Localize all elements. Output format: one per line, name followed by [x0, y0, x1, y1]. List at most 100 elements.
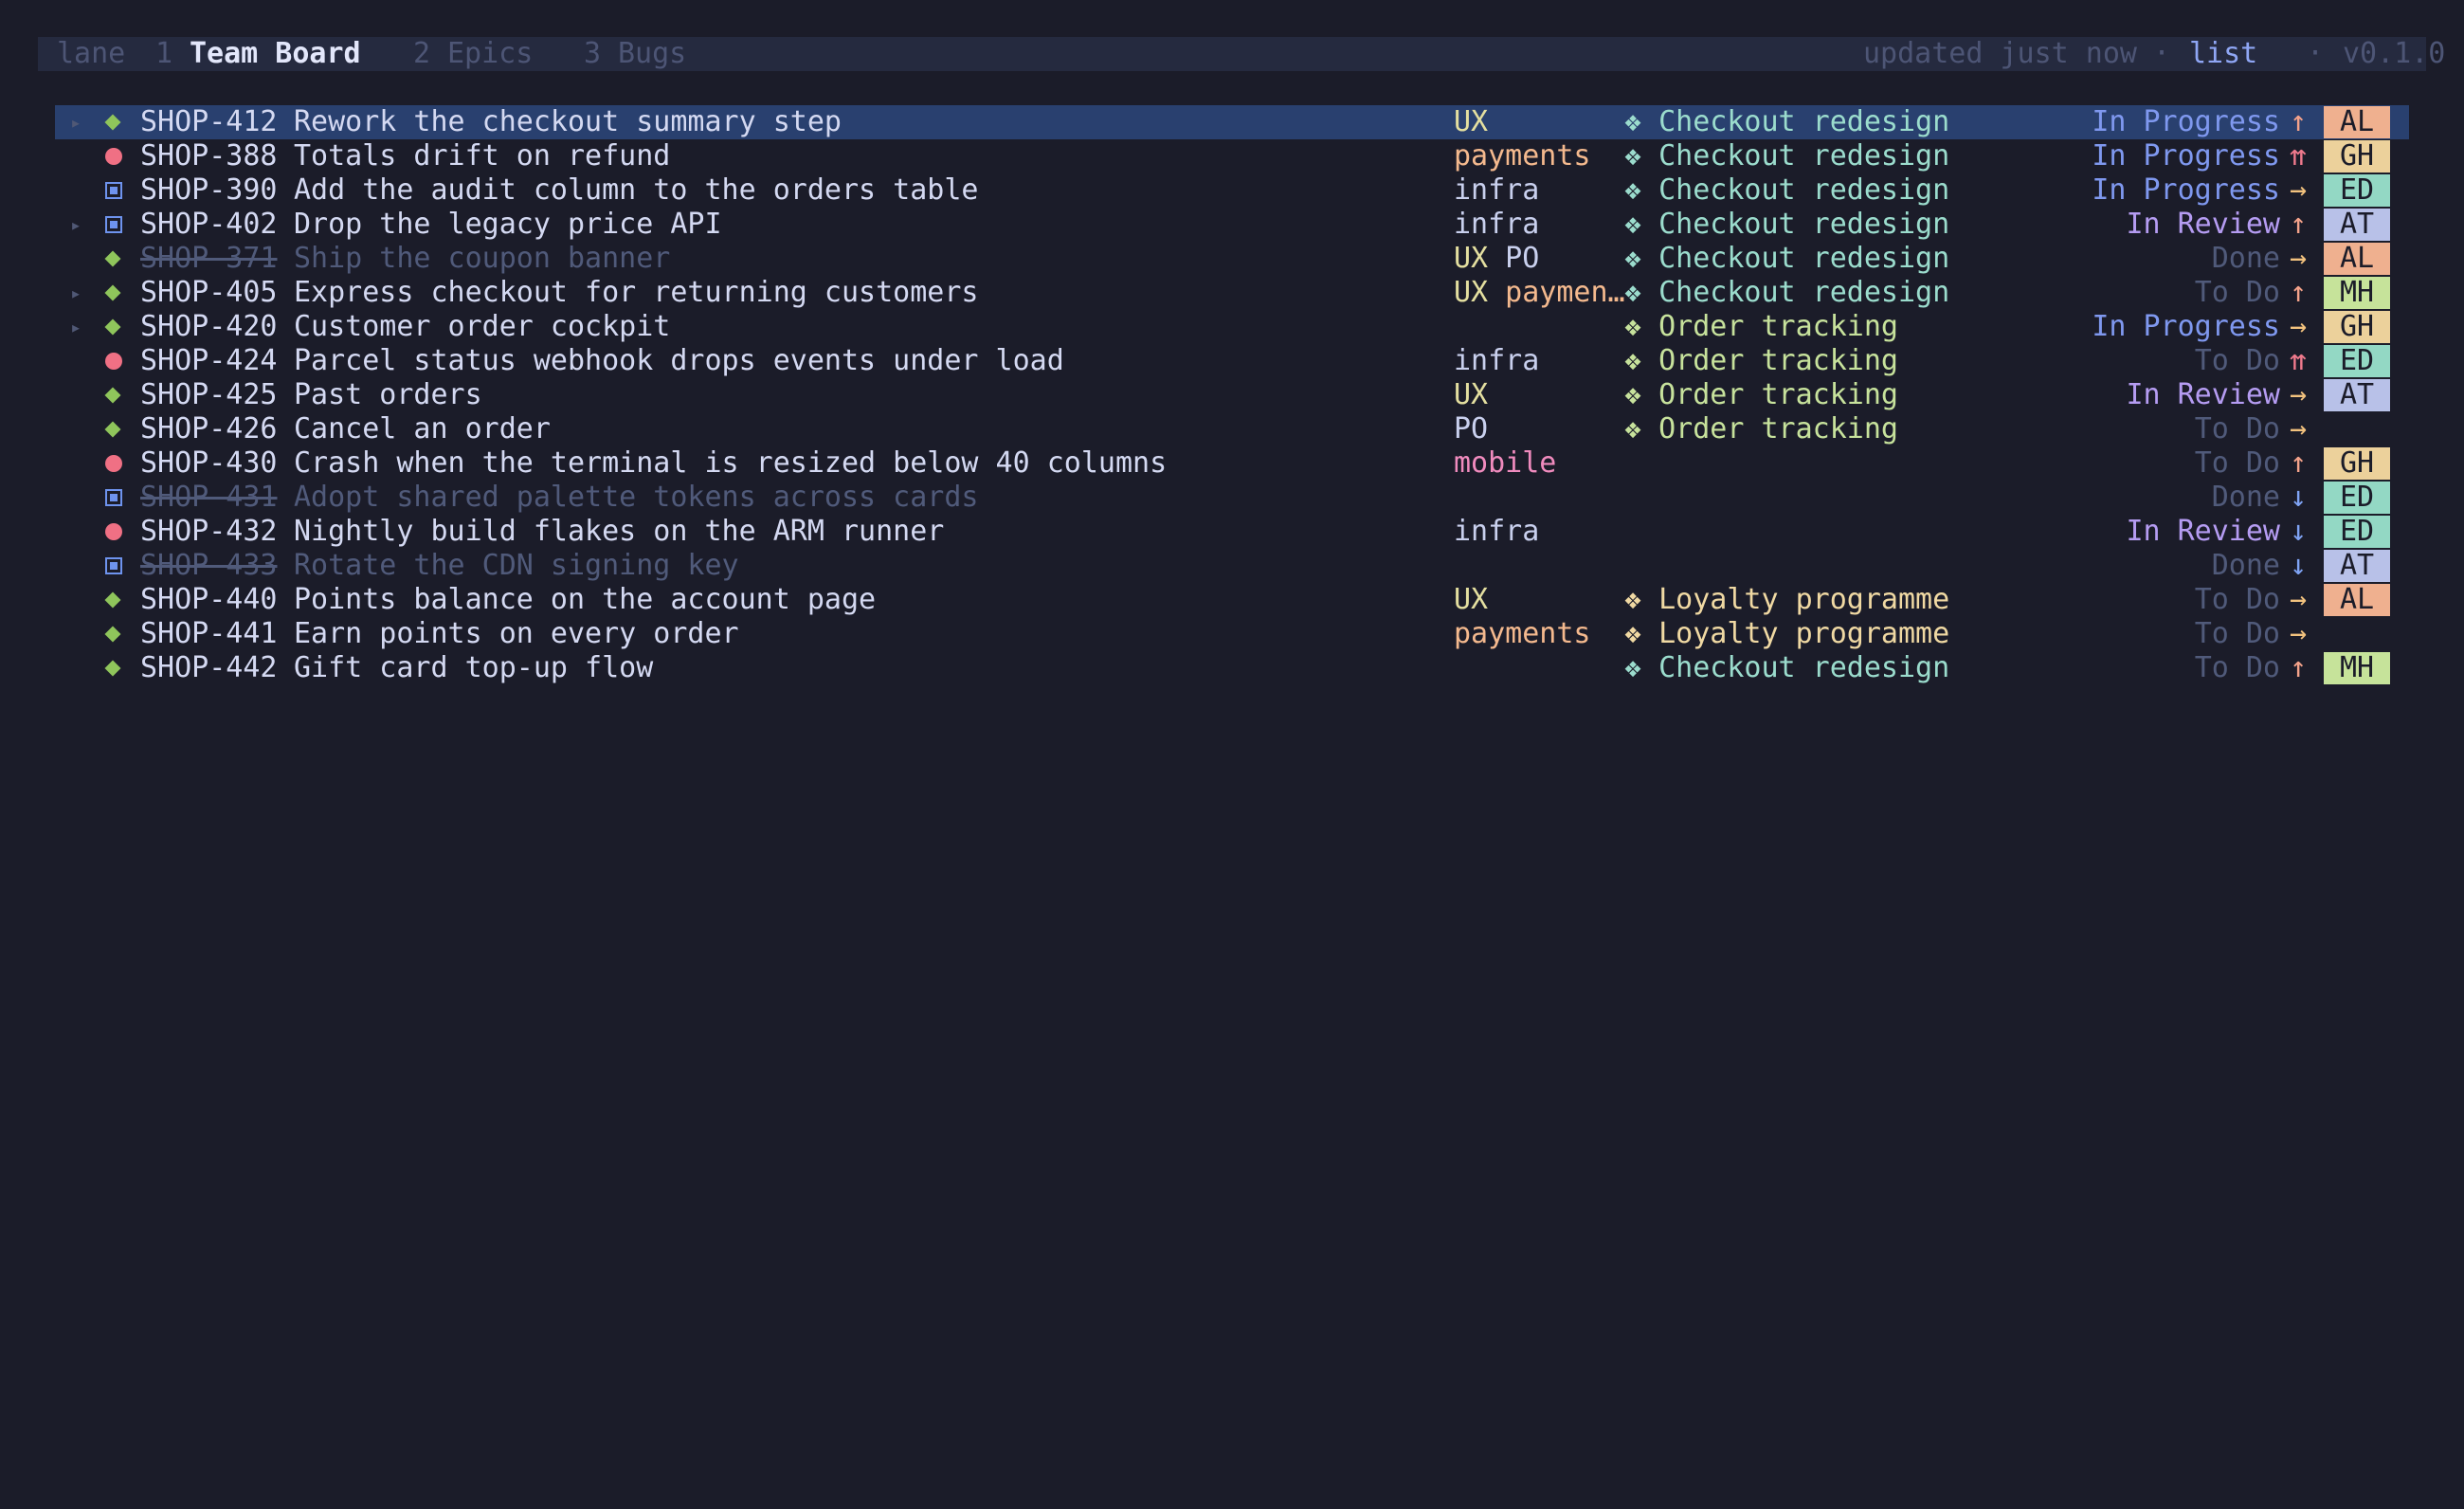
issue-title[interactable]: Drop the legacy price API: [294, 208, 722, 242]
issue-key[interactable]: SHOP-432: [140, 515, 278, 549]
issue-key[interactable]: SHOP-424: [140, 344, 278, 378]
issue-key[interactable]: SHOP-405: [140, 276, 278, 310]
epic-link[interactable]: ❖ Order tracking: [1624, 378, 1898, 412]
issue-key[interactable]: SHOP-412: [140, 105, 278, 139]
assignee-avatar[interactable]: AL: [2324, 243, 2390, 275]
issue-title[interactable]: Parcel status webhook drops events under…: [294, 344, 1064, 378]
status-label[interactable]: In Review: [2126, 378, 2280, 412]
status-label[interactable]: To Do: [2195, 617, 2280, 651]
issue-row[interactable]: SHOP-431 Adopt shared palette tokens acro…: [55, 481, 2409, 515]
epic-link[interactable]: ❖ Checkout redesign: [1624, 276, 1949, 310]
issue-title[interactable]: Add the audit column to the orders table: [294, 173, 978, 208]
issue-row[interactable]: SHOP-440 Points balance on the account pa…: [55, 583, 2409, 617]
issue-row[interactable]: SHOP-430 Crash when the terminal is resiz…: [55, 446, 2409, 481]
issue-row[interactable]: SHOP-432 Nightly build flakes on the ARM …: [55, 515, 2409, 549]
epic-link[interactable]: ❖ Order tracking: [1624, 310, 1898, 344]
status-label[interactable]: To Do: [2195, 583, 2280, 617]
assignee-avatar[interactable]: GH: [2324, 140, 2390, 173]
issue-key[interactable]: SHOP-390: [140, 173, 278, 208]
issue-title[interactable]: Points balance on the account page: [294, 583, 876, 617]
expand-toggle-icon[interactable]: ▸: [70, 105, 82, 139]
epic-link[interactable]: ❖ Checkout redesign: [1624, 139, 1949, 173]
issue-row[interactable]: SHOP-441 Earn points on every order paymen…: [55, 617, 2409, 651]
assignee-avatar[interactable]: MH: [2324, 652, 2390, 684]
status-label[interactable]: Done: [2212, 242, 2280, 276]
status-label[interactable]: To Do: [2195, 446, 2280, 481]
expand-toggle-icon[interactable]: ▸: [70, 208, 82, 242]
issue-title[interactable]: Rework the checkout summary step: [294, 105, 842, 139]
issue-key[interactable]: SHOP-441: [140, 617, 278, 651]
assignee-avatar[interactable]: MH: [2324, 277, 2390, 309]
assignee-avatar[interactable]: AT: [2324, 550, 2390, 582]
issue-row[interactable]: ▸ SHOP-405 Express checkout for returning …: [55, 276, 2409, 310]
status-label[interactable]: In Review: [2126, 208, 2280, 242]
assignee-avatar[interactable]: AT: [2324, 379, 2390, 411]
issue-title[interactable]: Adopt shared palette tokens across cards: [294, 481, 978, 515]
status-label[interactable]: To Do: [2195, 651, 2280, 685]
status-label[interactable]: To Do: [2195, 276, 2280, 310]
status-label[interactable]: In Progress: [2092, 173, 2280, 208]
issue-title[interactable]: Nightly build flakes on the ARM runner: [294, 515, 944, 549]
assignee-avatar[interactable]: AT: [2324, 209, 2390, 241]
assignee-avatar[interactable]: ED: [2324, 516, 2390, 548]
issue-key[interactable]: SHOP-371: [140, 242, 278, 276]
status-label[interactable]: In Progress: [2092, 310, 2280, 344]
issue-key[interactable]: SHOP-430: [140, 446, 278, 481]
issue-title[interactable]: Crash when the terminal is resized below…: [294, 446, 1167, 481]
issue-row[interactable]: SHOP-424 Parcel status webhook drops even…: [55, 344, 2409, 378]
status-label[interactable]: To Do: [2195, 412, 2280, 446]
epic-link[interactable]: ❖ Checkout redesign: [1624, 173, 1949, 208]
issue-key[interactable]: SHOP-442: [140, 651, 278, 685]
issue-key[interactable]: SHOP-433: [140, 549, 278, 583]
epic-link[interactable]: ❖ Order tracking: [1624, 412, 1898, 446]
assignee-avatar[interactable]: ED: [2324, 482, 2390, 514]
epic-link[interactable]: ❖ Order tracking: [1624, 344, 1898, 378]
issue-row[interactable]: ▸ SHOP-412 Rework the checkout summary ste…: [55, 105, 2409, 139]
issue-key[interactable]: SHOP-431: [140, 481, 278, 515]
issue-row[interactable]: SHOP-371 Ship the coupon banner UX PO ❖ Chec…: [55, 242, 2409, 276]
epic-link[interactable]: ❖ Checkout redesign: [1624, 651, 1949, 685]
issue-title[interactable]: Gift card top-up flow: [294, 651, 653, 685]
issue-row[interactable]: SHOP-388 Totals drift on refund payments ❖ …: [55, 139, 2409, 173]
status-label[interactable]: Done: [2212, 481, 2280, 515]
issue-title[interactable]: Past orders: [294, 378, 482, 412]
issue-key[interactable]: SHOP-426: [140, 412, 278, 446]
epic-link[interactable]: ❖ Checkout redesign: [1624, 208, 1949, 242]
issue-title[interactable]: Rotate the CDN signing key: [294, 549, 739, 583]
epic-link[interactable]: ❖ Checkout redesign: [1624, 105, 1949, 139]
epic-link[interactable]: ❖ Loyalty programme: [1624, 617, 1949, 651]
issue-title[interactable]: Customer order cockpit: [294, 310, 670, 344]
status-label[interactable]: In Progress: [2092, 139, 2280, 173]
assignee-avatar[interactable]: GH: [2324, 447, 2390, 480]
issue-title[interactable]: Express checkout for returning customers: [294, 276, 978, 310]
issue-key[interactable]: SHOP-425: [140, 378, 278, 412]
assignee-avatar[interactable]: AL: [2324, 584, 2390, 616]
status-label[interactable]: In Review: [2126, 515, 2280, 549]
issue-row[interactable]: SHOP-433 Rotate the CDN signing key Done ↓ A…: [55, 549, 2409, 583]
issue-key[interactable]: SHOP-402: [140, 208, 278, 242]
issue-title[interactable]: Cancel an order: [294, 412, 551, 446]
issue-row[interactable]: ▸ SHOP-420 Customer order cockpit ❖ Order t…: [55, 310, 2409, 344]
issue-title[interactable]: Ship the coupon banner: [294, 242, 670, 276]
issue-row[interactable]: SHOP-390 Add the audit column to the orde…: [55, 173, 2409, 208]
assignee-avatar[interactable]: GH: [2324, 311, 2390, 343]
status-label[interactable]: To Do: [2195, 344, 2280, 378]
issue-title[interactable]: Totals drift on refund: [294, 139, 670, 173]
issue-row[interactable]: ▸ SHOP-402 Drop the legacy price API infra ❖…: [55, 208, 2409, 242]
view-mode-indicator[interactable]: list: [2189, 37, 2257, 71]
issue-row[interactable]: SHOP-425 Past orders UX ❖ Order tracking In …: [55, 378, 2409, 412]
epic-link[interactable]: ❖ Loyalty programme: [1624, 583, 1949, 617]
issue-key[interactable]: SHOP-440: [140, 583, 278, 617]
assignee-avatar[interactable]: ED: [2324, 345, 2390, 377]
assignee-avatar[interactable]: ED: [2324, 174, 2390, 207]
issue-key[interactable]: SHOP-388: [140, 139, 278, 173]
assignee-avatar[interactable]: AL: [2324, 106, 2390, 138]
issue-title[interactable]: Earn points on every order: [294, 617, 739, 651]
expand-toggle-icon[interactable]: ▸: [70, 276, 82, 310]
issue-key[interactable]: SHOP-420: [140, 310, 278, 344]
status-label[interactable]: In Progress: [2092, 105, 2280, 139]
issue-row[interactable]: SHOP-426 Cancel an order PO ❖ Order trackin…: [55, 412, 2409, 446]
status-label[interactable]: Done: [2212, 549, 2280, 583]
epic-link[interactable]: ❖ Checkout redesign: [1624, 242, 1949, 276]
issue-row[interactable]: SHOP-442 Gift card top-up flow ❖ Checkout …: [55, 651, 2409, 685]
